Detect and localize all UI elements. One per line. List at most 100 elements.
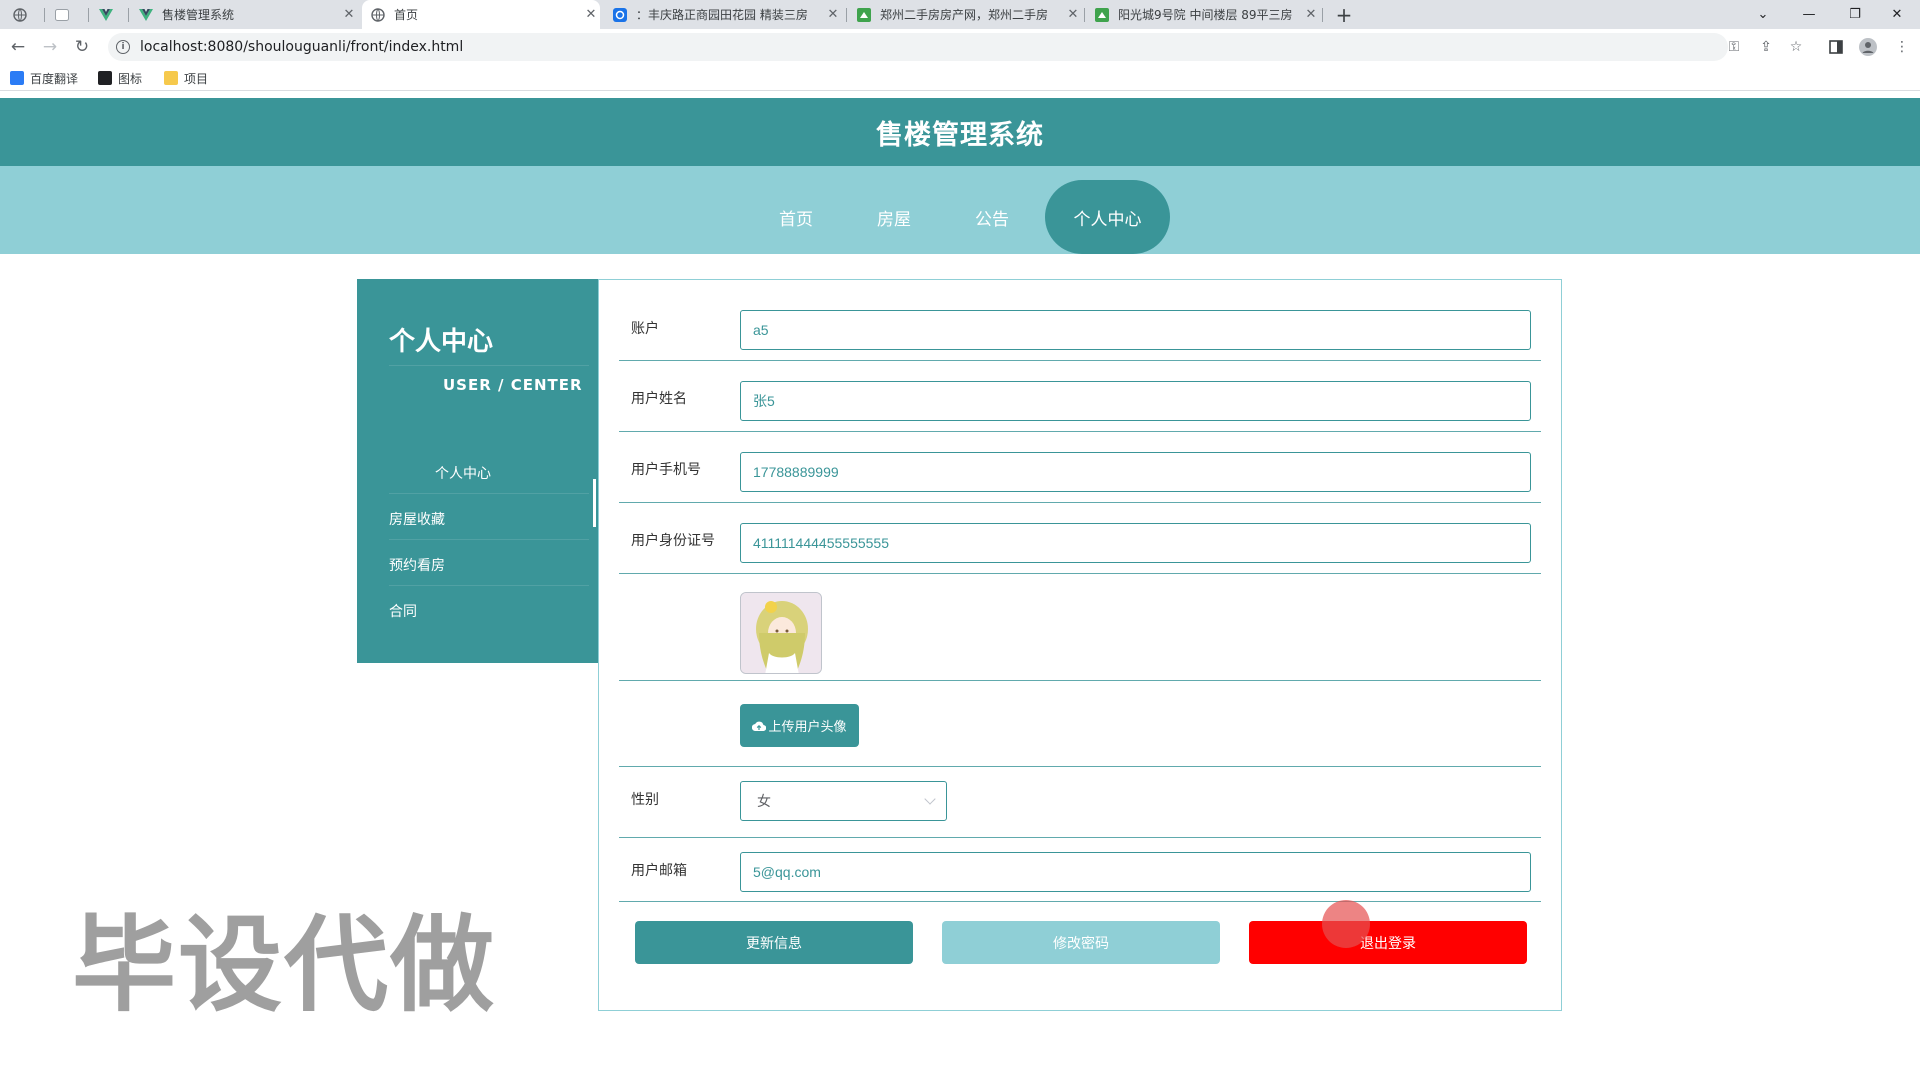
avatar[interactable]	[740, 592, 822, 674]
tab-title: 郑州二手房房产网，郑州二手房	[880, 8, 1049, 22]
translate-icon	[10, 71, 24, 85]
folder-icon	[164, 71, 178, 85]
bookmark-label: 项目	[184, 71, 209, 86]
tab-sales-system[interactable]: 售楼管理系统 ✕	[130, 0, 358, 29]
bookmark-baidu-translate[interactable]: 百度翻译	[10, 69, 78, 87]
star-icon[interactable]: ☆	[1786, 37, 1806, 57]
sidebar-item-user-center[interactable]: 个人中心	[435, 463, 491, 483]
key-icon[interactable]: ⚿	[1724, 37, 1744, 57]
close-icon[interactable]: ✕	[582, 7, 600, 22]
phone-label: 用户手机号	[631, 462, 701, 478]
close-icon[interactable]: ✕	[340, 7, 358, 22]
browser-tabbar: 售楼管理系统 ✕ 首页 ✕ ：丰庆路正商园田花园 精装三房 ✕ 郑州二手房房产网…	[0, 0, 1920, 29]
tab-title: 首页	[394, 8, 419, 22]
account-input[interactable]: a5	[740, 310, 1531, 350]
tab-pinned-2[interactable]	[46, 0, 86, 29]
change-password-button[interactable]: 修改密码	[942, 921, 1220, 964]
back-icon[interactable]: ←	[6, 35, 30, 59]
account-label: 账户	[631, 321, 659, 337]
bookmark-folder-project[interactable]: 项目	[164, 69, 208, 87]
idcard-input[interactable]: 411111444455555555	[740, 523, 1531, 563]
close-icon[interactable]: ✕	[1302, 7, 1320, 22]
address-bar[interactable]: i localhost:8080/shoulouguanli/front/ind…	[108, 33, 1728, 61]
site-header: 售楼管理系统	[0, 98, 1920, 166]
email-label: 用户邮箱	[631, 863, 687, 879]
tab-anjuke-1[interactable]: ：丰庆路正商园田花园 精装三房 ✕	[604, 0, 842, 29]
sidebar-item-favorites[interactable]: 房屋收藏	[389, 509, 445, 529]
globe-icon	[370, 7, 386, 23]
nav-houses[interactable]: 房屋	[862, 180, 926, 254]
bookmarks-bar: 百度翻译 图标 项目	[0, 65, 1920, 91]
window-close-icon[interactable]: ✕	[1874, 0, 1920, 29]
profile-form: 账户 a5 用户姓名 张5 用户手机号 17788889999 用户身份证号 4…	[598, 279, 1562, 1011]
watermark: 毕设代做	[72, 904, 497, 1026]
logout-button[interactable]: 退出登录	[1249, 921, 1527, 964]
tab-pinned-3[interactable]	[90, 0, 126, 29]
name-label: 用户姓名	[631, 391, 687, 407]
restore-icon[interactable]: ❐	[1832, 0, 1878, 29]
image-icon	[98, 71, 112, 85]
anjuke-icon	[612, 7, 628, 23]
tab-search-icon[interactable]: ⌄	[1740, 0, 1786, 29]
anjuke-green-icon	[856, 7, 872, 23]
cloud-upload-icon	[752, 721, 767, 731]
upload-avatar-button[interactable]: 上传用户头像	[740, 704, 859, 747]
nav-user-center[interactable]: 个人中心	[1045, 180, 1170, 254]
click-indicator	[1322, 900, 1370, 948]
chevron-down-icon	[924, 793, 936, 805]
browser-toolbar: ← → ↻ i localhost:8080/shoulouguanli/fro…	[0, 29, 1920, 65]
menu-icon[interactable]: ⋮	[1892, 37, 1912, 57]
phone-input[interactable]: 17788889999	[740, 452, 1531, 492]
globe-icon	[12, 7, 28, 23]
tab-anjuke-2[interactable]: 郑州二手房房产网，郑州二手房 ✕	[848, 0, 1082, 29]
sidebar-title: 个人中心	[389, 327, 494, 357]
divider	[389, 365, 589, 366]
main-nav: 首页 房屋 公告 个人中心	[0, 166, 1920, 254]
reload-icon[interactable]: ↻	[70, 35, 94, 59]
divider	[389, 585, 589, 586]
user-center-sidebar: 个人中心 USER / CENTER 个人中心 房屋收藏 预约看房 合同	[357, 279, 598, 663]
sidepanel-icon[interactable]	[1826, 37, 1846, 57]
minimize-icon[interactable]: —	[1786, 0, 1832, 29]
idcard-label: 用户身份证号	[631, 533, 715, 549]
bookmark-icons[interactable]: 图标	[98, 69, 142, 87]
divider	[619, 431, 1541, 432]
sidebar-item-contracts[interactable]: 合同	[389, 601, 417, 621]
divider	[389, 493, 589, 494]
profile-icon[interactable]	[1858, 37, 1878, 57]
blank-page-icon	[54, 7, 70, 23]
divider	[619, 502, 1541, 503]
upload-avatar-label: 上传用户头像	[768, 720, 847, 735]
site-info-icon[interactable]: i	[116, 40, 130, 54]
url-text: localhost:8080/shoulouguanli/front/index…	[140, 39, 464, 55]
divider	[619, 360, 1541, 361]
divider	[619, 680, 1541, 681]
sidebar-item-viewing-appointments[interactable]: 预约看房	[389, 555, 445, 575]
tab-title: ：丰庆路正商园田花园 精装三房	[636, 8, 808, 22]
tab-home[interactable]: 首页 ✕	[362, 0, 600, 29]
email-input[interactable]: 5@qq.com	[740, 852, 1531, 892]
close-icon[interactable]: ✕	[1064, 7, 1082, 22]
name-input[interactable]: 张5	[740, 381, 1531, 421]
update-info-button[interactable]: 更新信息	[635, 921, 913, 964]
tab-title: 阳光城9号院 中间楼层 89平三房	[1118, 8, 1293, 22]
divider	[619, 837, 1541, 838]
tab-anjuke-3[interactable]: 阳光城9号院 中间楼层 89平三房 ✕	[1086, 0, 1320, 29]
nav-notices[interactable]: 公告	[960, 180, 1024, 254]
divider	[619, 901, 1541, 902]
divider	[619, 766, 1541, 767]
tab-pinned-1[interactable]	[4, 0, 42, 29]
sidebar-subtitle: USER / CENTER	[443, 376, 583, 394]
new-tab-button[interactable]: +	[1330, 0, 1358, 29]
gender-select[interactable]: 女	[740, 781, 947, 821]
vue-icon	[98, 7, 114, 23]
forward-icon[interactable]: →	[38, 35, 62, 59]
nav-home[interactable]: 首页	[764, 180, 828, 254]
share-icon[interactable]: ⇪	[1756, 37, 1776, 57]
tab-title: 售楼管理系统	[162, 8, 235, 22]
sidebar-active-indicator	[593, 479, 596, 527]
gender-label: 性别	[631, 792, 659, 808]
bookmark-label: 百度翻译	[30, 71, 79, 86]
close-icon[interactable]: ✕	[824, 7, 842, 22]
vue-icon	[138, 7, 154, 23]
